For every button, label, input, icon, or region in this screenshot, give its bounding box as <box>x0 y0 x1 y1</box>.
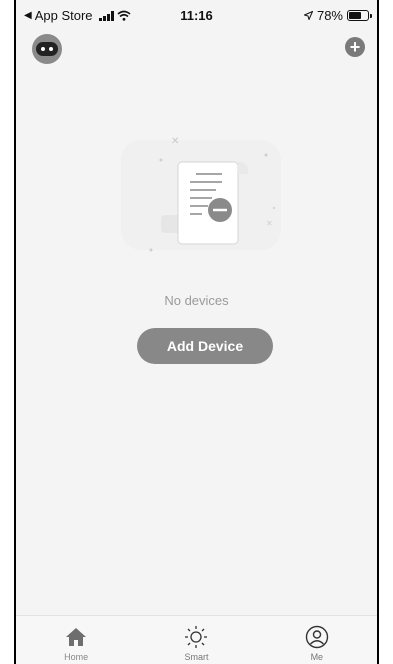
status-bar: ◀ App Store 11:16 78% <box>16 0 377 28</box>
app-screen: ◀ App Store 11:16 78% + ✕ ✕ No devices A… <box>14 0 379 664</box>
status-right: 78% <box>303 8 372 23</box>
svg-text:✕: ✕ <box>266 219 273 228</box>
plus-icon: + <box>349 37 361 57</box>
sun-icon <box>185 626 208 648</box>
add-device-button[interactable]: Add Device <box>137 328 273 364</box>
tab-smart-label: Smart <box>184 652 209 662</box>
battery-icon <box>347 10 372 21</box>
svg-text:✕: ✕ <box>171 136 179 147</box>
battery-percent: 78% <box>316 8 343 23</box>
user-icon <box>305 625 329 649</box>
tab-me-label: Me <box>310 652 324 662</box>
location-arrow-icon <box>303 11 313 20</box>
tab-home-label: Home <box>64 652 89 662</box>
add-device-plus-button[interactable]: + <box>345 37 365 57</box>
tab-me[interactable]: Me <box>257 616 377 664</box>
no-devices-message: No devices <box>164 293 229 308</box>
home-icon <box>66 628 87 646</box>
tab-bar: Home Smart Me <box>16 615 377 664</box>
document-remove-illustration: ✕ ✕ <box>121 136 281 252</box>
tab-home[interactable]: Home <box>16 616 136 664</box>
robot-avatar-icon[interactable] <box>32 34 62 64</box>
tab-smart[interactable]: Smart <box>136 616 256 664</box>
